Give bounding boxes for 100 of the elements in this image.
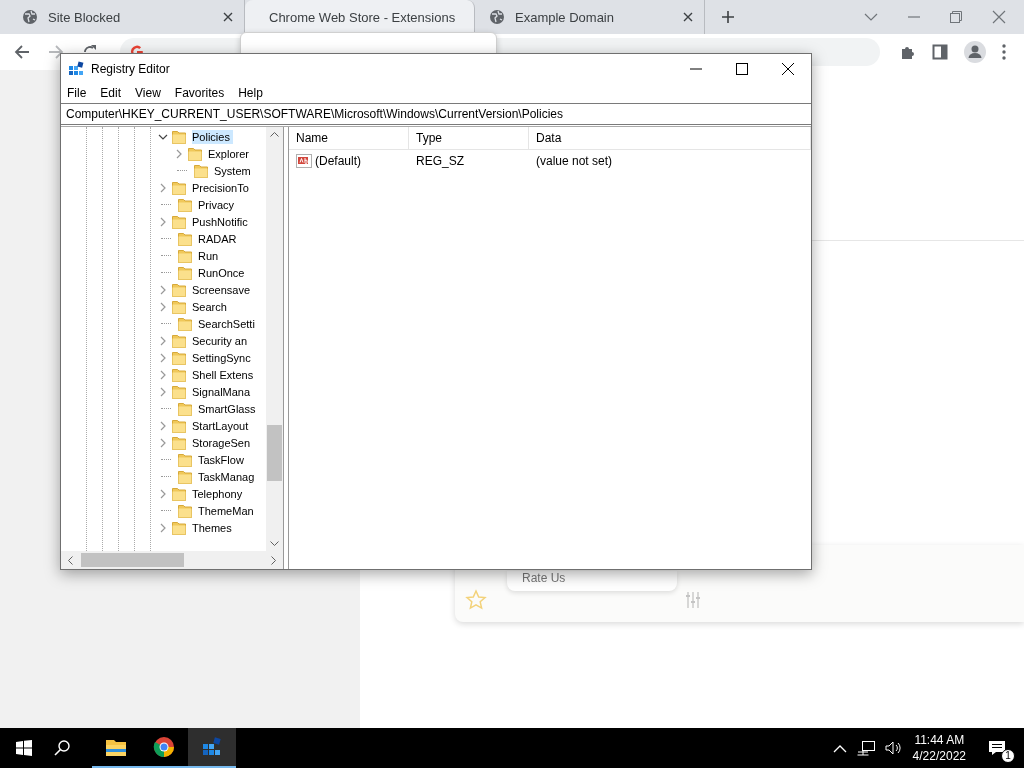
folder-icon bbox=[172, 333, 186, 348]
notification-icon[interactable] bbox=[988, 740, 1006, 756]
folder-icon bbox=[178, 265, 192, 280]
tree-item[interactable]: StartLayout bbox=[192, 418, 252, 433]
tree-item[interactable]: TaskFlow bbox=[198, 452, 247, 467]
close-icon[interactable] bbox=[782, 62, 794, 75]
folder-icon bbox=[172, 367, 186, 382]
clock-time[interactable]: 11:44 AM bbox=[914, 732, 965, 748]
close-icon[interactable] bbox=[682, 11, 694, 23]
tree-item[interactable]: ThemeMan bbox=[198, 503, 257, 518]
scrollbar[interactable] bbox=[266, 127, 283, 551]
folder-icon bbox=[172, 520, 186, 535]
browser-tab[interactable]: Chrome Web Store - Extensions bbox=[245, 0, 475, 34]
menu-item[interactable]: Edit bbox=[100, 86, 122, 100]
folder-icon bbox=[178, 316, 192, 331]
registry-icon bbox=[201, 736, 223, 758]
folder-icon bbox=[178, 452, 192, 467]
folder-icon bbox=[172, 418, 186, 433]
table-cell-text: (value not set) bbox=[535, 154, 614, 168]
column-header[interactable]: Data bbox=[529, 127, 811, 149]
menu-item[interactable]: View bbox=[135, 86, 161, 100]
folder-icon bbox=[178, 503, 192, 518]
menu-item[interactable]: Rate Us bbox=[507, 571, 677, 591]
clock-date[interactable]: 4/22/2022 bbox=[912, 748, 966, 764]
tree-item[interactable]: Privacy bbox=[198, 197, 238, 212]
sliders-icon[interactable] bbox=[684, 591, 702, 609]
chevron-up-icon[interactable] bbox=[832, 743, 847, 753]
folder-icon bbox=[172, 129, 186, 144]
folder-icon bbox=[178, 197, 192, 212]
tree-item[interactable]: RADAR bbox=[198, 231, 240, 246]
column-header[interactable]: Name bbox=[289, 127, 409, 149]
tree-item[interactable]: Policies bbox=[192, 129, 233, 144]
folder-icon bbox=[172, 384, 186, 399]
arrow-left-icon[interactable] bbox=[67, 555, 73, 565]
scrollbar-thumb[interactable] bbox=[267, 425, 282, 481]
profile-icon[interactable] bbox=[964, 41, 986, 63]
star-icon[interactable] bbox=[465, 589, 487, 611]
folder-icon bbox=[172, 486, 186, 501]
tree-item[interactable]: PrecisionTo bbox=[192, 180, 252, 195]
tree-item[interactable]: System bbox=[214, 163, 254, 178]
folder-icon bbox=[172, 299, 186, 314]
forward-icon[interactable] bbox=[48, 44, 64, 60]
registry-icon bbox=[68, 60, 84, 77]
scrollbar-thumb[interactable] bbox=[81, 553, 184, 567]
globe-icon bbox=[22, 9, 38, 25]
folder-icon bbox=[178, 231, 192, 246]
table-cell: (Default) bbox=[315, 154, 361, 168]
tree-item[interactable]: RunOnce bbox=[198, 265, 248, 280]
tree-item[interactable]: Screensave bbox=[192, 282, 254, 297]
string-value-icon bbox=[296, 154, 312, 168]
plus-icon[interactable] bbox=[721, 10, 735, 24]
arrow-up-icon[interactable] bbox=[270, 131, 279, 137]
menu-item[interactable]: Favorites bbox=[174, 86, 225, 100]
tree-item[interactable]: Telephony bbox=[192, 486, 246, 501]
folder-icon bbox=[194, 163, 208, 178]
table-cell-text: REG_SZ bbox=[415, 154, 465, 168]
folder-icon bbox=[178, 248, 192, 263]
folder-icon bbox=[178, 401, 192, 416]
tree-item[interactable]: Shell Extens bbox=[192, 367, 257, 382]
windows-start-icon[interactable] bbox=[16, 740, 32, 756]
tree-item[interactable]: PushNotific bbox=[192, 214, 251, 229]
tree-item[interactable]: SmartGlass bbox=[198, 401, 259, 416]
network-icon[interactable] bbox=[856, 740, 875, 756]
column-header[interactable]: Type bbox=[409, 127, 529, 149]
tree-item[interactable]: TaskManag bbox=[198, 469, 258, 484]
tree-item[interactable]: Security an bbox=[192, 333, 251, 348]
address-field[interactable]: Computer\HKEY_CURRENT_USER\SOFTWARE\Microsoft\Windows\CurrentVersion\Policies bbox=[61, 103, 811, 125]
tree-item[interactable]: Run bbox=[198, 248, 222, 263]
tree-item[interactable]: StorageSen bbox=[192, 435, 254, 450]
tree-item[interactable]: Search bbox=[192, 299, 230, 314]
tree-item[interactable]: SearchSetti bbox=[198, 316, 258, 331]
folder-icon bbox=[172, 214, 186, 229]
notification-badge: 1 bbox=[1001, 749, 1015, 763]
window-title: Registry Editor bbox=[91, 61, 170, 76]
arrow-down-icon[interactable] bbox=[270, 541, 279, 547]
maximize-icon[interactable] bbox=[736, 62, 748, 75]
close-icon[interactable] bbox=[222, 11, 234, 23]
back-icon[interactable] bbox=[14, 44, 30, 60]
globe-icon bbox=[489, 9, 505, 25]
scrollbar[interactable] bbox=[61, 551, 283, 569]
side-panel-icon[interactable] bbox=[932, 44, 948, 60]
folder-icon bbox=[172, 282, 186, 297]
tree-item[interactable]: SettingSync bbox=[192, 350, 254, 365]
more-icon[interactable] bbox=[1002, 44, 1006, 60]
search-icon[interactable] bbox=[54, 740, 70, 756]
arrow-right-icon[interactable] bbox=[271, 555, 277, 565]
folder-icon bbox=[178, 469, 192, 484]
volume-icon[interactable] bbox=[884, 740, 903, 756]
restore-icon[interactable] bbox=[950, 11, 962, 23]
puzzle-icon[interactable] bbox=[900, 44, 916, 60]
folder-icon bbox=[172, 435, 186, 450]
tree-item[interactable]: Themes bbox=[192, 520, 235, 535]
tree-item[interactable]: Explorer bbox=[208, 146, 252, 161]
tree-item[interactable]: SignalMana bbox=[192, 384, 254, 399]
folder-icon bbox=[172, 180, 186, 195]
folder-icon bbox=[172, 350, 186, 365]
chrome-icon bbox=[153, 736, 175, 758]
taskbar-app-button[interactable] bbox=[188, 728, 236, 768]
menu-item[interactable]: Help bbox=[238, 86, 263, 100]
menu-item[interactable]: File bbox=[67, 86, 87, 100]
